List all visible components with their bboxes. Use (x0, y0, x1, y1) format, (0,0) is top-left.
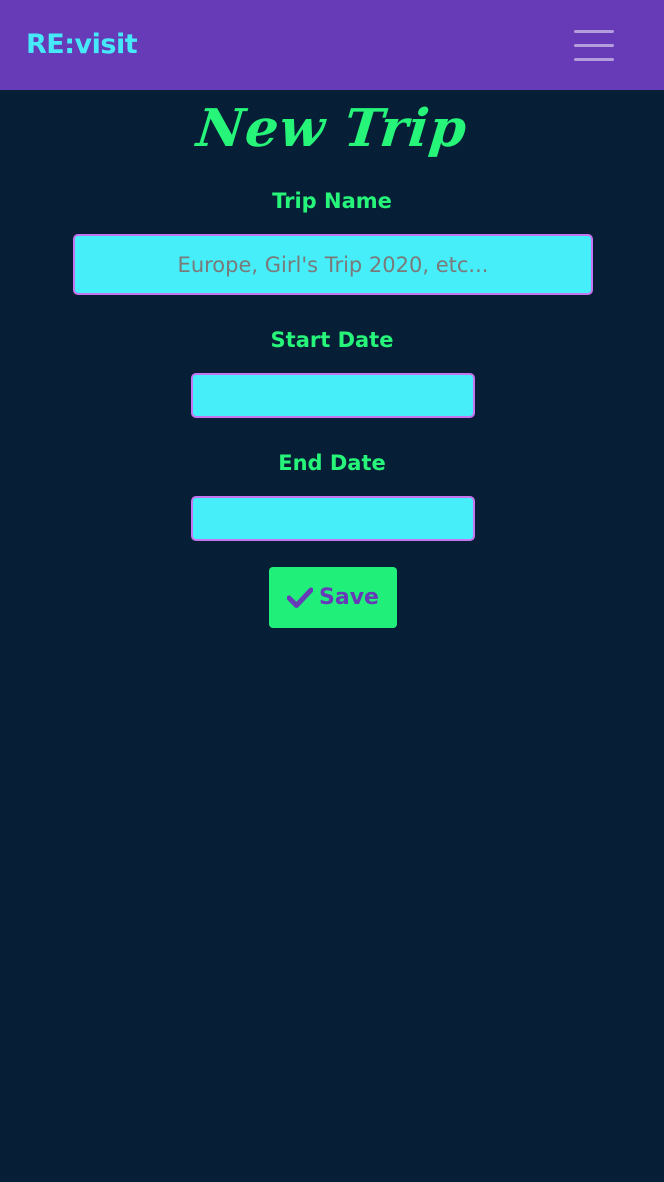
page-title: New Trip (193, 98, 471, 159)
start-date-input[interactable] (191, 373, 475, 418)
brand-link[interactable]: RE:visit (26, 28, 138, 62)
navbar: RE:visit (0, 0, 664, 90)
start-date-label: Start Date (270, 328, 394, 352)
save-button[interactable]: Save (269, 567, 397, 628)
navbar-toggle-button[interactable] (566, 22, 622, 68)
end-date-input[interactable] (191, 496, 475, 541)
checkmark-icon (287, 587, 314, 609)
save-button-label: Save (319, 584, 379, 610)
end-date-label: End Date (278, 451, 386, 475)
trip-name-input[interactable] (73, 234, 593, 295)
trip-name-label: Trip Name (272, 189, 392, 213)
